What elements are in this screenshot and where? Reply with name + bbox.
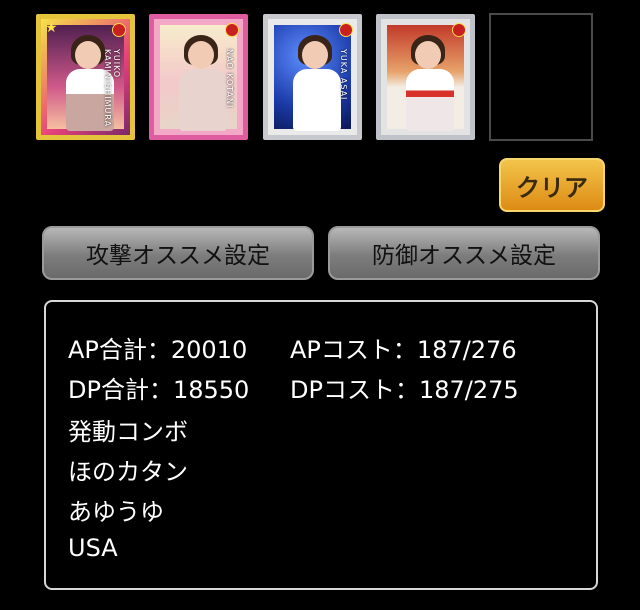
card-figure-outfit xyxy=(293,69,341,131)
dp-cost: DPコスト：187/275 xyxy=(290,376,519,404)
ap-total: AP合計：20010 xyxy=(68,336,248,364)
rarity-badge-icon xyxy=(225,23,239,37)
combo-heading: 発動コンボ xyxy=(68,418,188,446)
rarity-badge-icon xyxy=(452,23,466,37)
member-card-2[interactable]: NAO KOTANI xyxy=(149,14,248,140)
dp-total: DP合計：18550 xyxy=(68,376,250,404)
card-figure-face xyxy=(75,41,101,69)
card-name: NAO KOTANI xyxy=(225,49,234,109)
stats-panel: AP合計：20010 APコスト：187/276 DP合計：18550 DPコス… xyxy=(44,300,598,590)
member-card-1[interactable]: ★ YUIKO KAMINISHIMURA xyxy=(36,14,135,140)
combo-item: ほのカタン xyxy=(68,458,188,486)
rarity-badge-icon xyxy=(339,23,353,37)
rarity-badge-icon xyxy=(112,23,126,37)
card-name: YUIKO KAMINISHIMURA xyxy=(103,49,121,128)
member-card-3[interactable]: YUKA ASAI xyxy=(263,14,362,140)
star-icon: ★ xyxy=(45,20,58,36)
card-figure-face xyxy=(188,41,214,69)
member-card-4[interactable] xyxy=(376,14,475,140)
ap-cost: APコスト：187/276 xyxy=(290,336,517,364)
combo-item: あゆうゆ xyxy=(68,498,164,526)
clear-button[interactable]: クリア xyxy=(499,158,605,212)
card-figure-face xyxy=(415,41,441,69)
card-figure-outfit xyxy=(406,69,454,131)
card-figure-outfit xyxy=(179,69,227,131)
card-figure-face xyxy=(302,41,328,69)
attack-preset-button[interactable]: 攻撃オススメ設定 xyxy=(42,226,314,280)
combo-item: USA xyxy=(68,534,118,562)
card-name: YUKA ASAI xyxy=(339,49,348,101)
empty-card-slot[interactable] xyxy=(489,13,593,141)
defense-preset-button[interactable]: 防御オススメ設定 xyxy=(328,226,600,280)
